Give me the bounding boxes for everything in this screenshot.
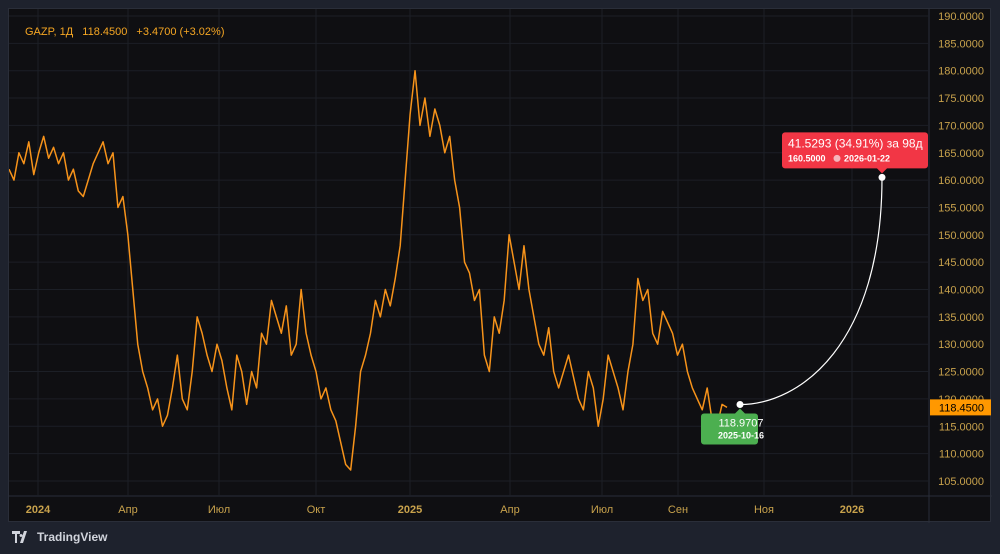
y-tick-label: 165.0000 bbox=[938, 148, 984, 160]
last-price: 118.4500 bbox=[82, 26, 128, 38]
x-tick-label: 2025 bbox=[398, 504, 422, 516]
x-tick-label: Окт bbox=[307, 504, 326, 516]
last-price-badge-text: 118.4500 bbox=[939, 402, 984, 414]
y-tick-label: 105.0000 bbox=[938, 476, 984, 488]
brand-label: TradingView bbox=[37, 530, 108, 544]
tradingview-icon bbox=[12, 531, 27, 543]
symbol-label: GAZP, 1Д bbox=[25, 26, 74, 38]
tradingview-logo[interactable]: TradingView bbox=[12, 530, 107, 544]
projection-curve bbox=[739, 177, 883, 406]
x-tick-label: Июл bbox=[591, 504, 613, 516]
y-tick-label: 125.0000 bbox=[938, 367, 984, 379]
y-tick-label: 115.0000 bbox=[939, 421, 984, 433]
x-tick-label: Июл bbox=[208, 504, 230, 516]
price-change: +3.4700 (+3.02%) bbox=[136, 26, 225, 38]
start-value: 118.9707 bbox=[718, 418, 763, 430]
projection-start-label: 118.97072025-10-16 bbox=[701, 408, 764, 445]
start-date: 2025-10-16 bbox=[718, 431, 764, 441]
target-date: 2026-01-22 bbox=[844, 153, 890, 163]
y-tick-label: 160.0000 bbox=[938, 175, 984, 187]
y-tick-label: 145.0000 bbox=[938, 257, 984, 269]
x-tick-label: Апр bbox=[118, 504, 137, 516]
y-tick-label: 130.0000 bbox=[938, 339, 984, 351]
projection-start-point bbox=[736, 401, 744, 409]
target-change-text: 41.5293 (34.91%) за 98д bbox=[788, 136, 923, 150]
y-tick-label: 155.0000 bbox=[938, 202, 984, 214]
x-tick-label: 2026 bbox=[840, 504, 864, 516]
clock-icon bbox=[833, 154, 841, 162]
y-tick-label: 180.0000 bbox=[938, 66, 984, 78]
chart-pane[interactable]: 190.0000 185.0000 180.0000 175.0000 170.0000… bbox=[8, 8, 992, 523]
x-tick-label: 2024 bbox=[26, 504, 51, 516]
target-value: 160.5000 bbox=[788, 153, 826, 163]
x-tick-label: Ноя bbox=[754, 504, 774, 516]
projection-end-point bbox=[878, 173, 886, 181]
symbol-legend: GAZP, 1Д 118.4500 +3.4700 (+3.02%) bbox=[25, 26, 231, 38]
y-tick-label: 190.0000 bbox=[938, 11, 984, 23]
price-line-series bbox=[9, 69, 728, 471]
y-tick-label: 150.0000 bbox=[938, 230, 984, 242]
y-tick-label: 185.0000 bbox=[938, 38, 984, 50]
y-tick-label: 170.0000 bbox=[938, 120, 984, 132]
price-chart[interactable]: 190.0000 185.0000 180.0000 175.0000 170.0000… bbox=[9, 9, 992, 523]
y-tick-label: 110.0000 bbox=[939, 449, 984, 461]
y-tick-label: 135.0000 bbox=[938, 312, 984, 324]
x-tick-label: Сен bbox=[668, 504, 688, 516]
projection-target-label: 41.5293 (34.91%) за 98д 160.5000 2026-01-2… bbox=[782, 132, 928, 174]
x-tick-label: Апр bbox=[500, 504, 519, 516]
y-tick-label: 140.0000 bbox=[938, 285, 984, 297]
y-tick-label: 175.0000 bbox=[938, 93, 984, 105]
